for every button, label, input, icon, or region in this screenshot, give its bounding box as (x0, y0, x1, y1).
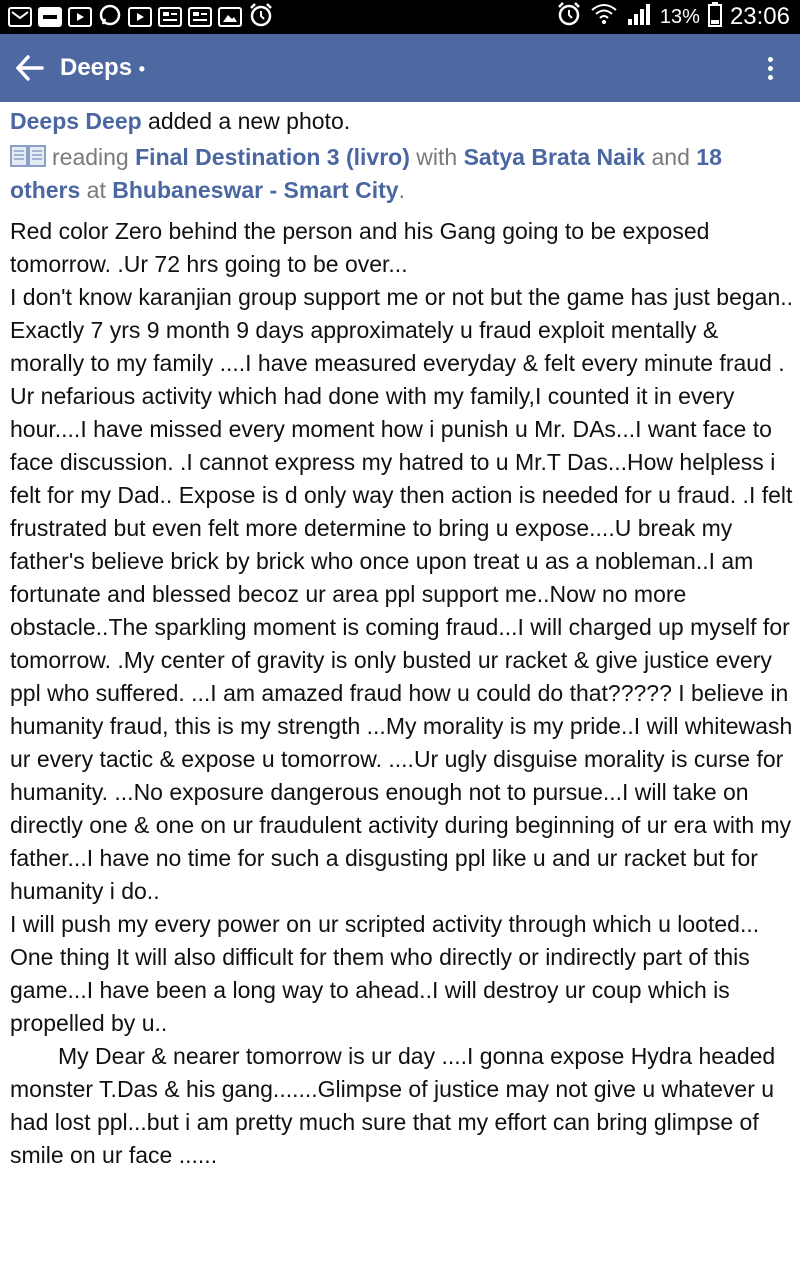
post-paragraph: My Dear & nearer tomorrow is ur day ....… (10, 1043, 776, 1168)
back-arrow-icon (16, 55, 44, 81)
page-title-text: Deeps (60, 54, 133, 81)
activity-verb: reading (52, 144, 136, 170)
post-action: added a new photo. (141, 108, 351, 134)
news-icon (158, 7, 182, 27)
youtube-icon (68, 7, 92, 27)
signal-icon (626, 3, 652, 32)
book-link[interactable]: Final Destination 3 (livro) (135, 144, 410, 170)
tagged-person-link[interactable]: Satya Brata Naik (464, 144, 646, 170)
whatsapp-icon (98, 3, 122, 32)
overflow-menu-icon (767, 56, 773, 62)
overflow-menu-dot (767, 65, 773, 71)
end-period: . (398, 177, 405, 203)
post-body: Red color Zero behind the person and his… (10, 215, 796, 1172)
overflow-menu-button[interactable] (740, 34, 800, 102)
system-status: 13% 23:06 (556, 1, 800, 34)
notification-icons (0, 2, 274, 33)
alarm-icon (556, 1, 582, 34)
alarm-icon (248, 2, 274, 33)
title-dot: • (138, 59, 146, 79)
overflow-menu-dot (767, 74, 773, 80)
page-title: Deeps • (60, 54, 145, 82)
at-word: at (80, 177, 113, 203)
author-link[interactable]: Deeps Deep (10, 108, 142, 134)
location-link[interactable]: Bhubaneswar - Smart City (112, 177, 398, 203)
post-paragraph: I don't know karanjian group support me … (10, 284, 794, 310)
book-icon (10, 145, 46, 167)
app-bar: Deeps • (0, 34, 800, 102)
post-paragraph: Exactly 7 yrs 9 month 9 days approximate… (10, 317, 793, 904)
post-header: Deeps Deep added a new photo. (10, 105, 796, 138)
post: Deeps Deep added a new photo. reading Fi… (10, 102, 796, 1172)
news-icon (188, 7, 212, 27)
paytm-icon (38, 7, 62, 27)
with-word: with (409, 144, 464, 170)
back-button[interactable] (0, 34, 60, 102)
mail-icon (8, 7, 32, 27)
clock: 23:06 (729, 3, 790, 30)
post-paragraph: Red color Zero behind the person and his… (10, 218, 710, 277)
post-paragraph: I will push my every power on ur scripte… (10, 911, 760, 937)
post-paragraph: One thing It will also difficult for the… (10, 944, 750, 1036)
youtube-icon (128, 7, 152, 27)
and-word: and (645, 144, 697, 170)
gallery-icon (218, 7, 242, 27)
status-bar: 13% 23:06 (0, 0, 800, 34)
battery-icon (707, 1, 722, 34)
activity-line: reading Final Destination 3 (livro) with… (10, 141, 796, 207)
wifi-icon (590, 2, 618, 33)
battery-percent: 13% (659, 5, 700, 28)
